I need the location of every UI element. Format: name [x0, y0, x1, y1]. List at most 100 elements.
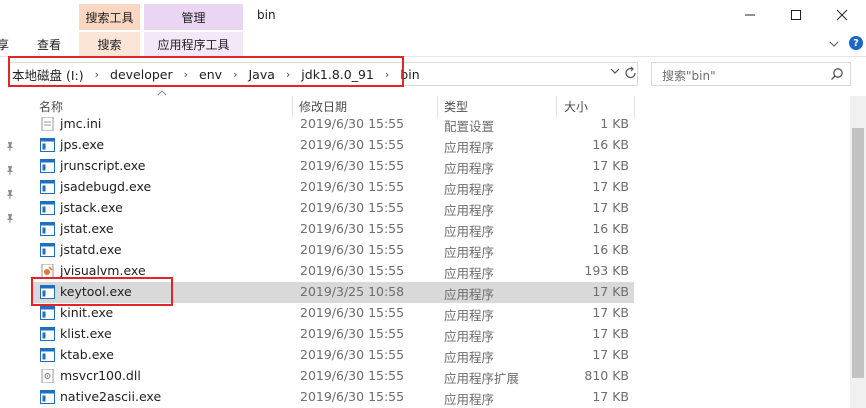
file-name: ktab.exe	[60, 347, 114, 362]
file-date: 2019/6/30 15:55	[300, 305, 405, 320]
exe-file-icon	[40, 222, 55, 236]
file-type: 应用程序	[444, 161, 495, 176]
file-name: jsadebugd.exe	[60, 179, 152, 194]
tab-search[interactable]: 搜索	[79, 32, 140, 56]
window-title: bin	[257, 8, 276, 22]
file-size: 16 KB	[592, 137, 629, 152]
file-row[interactable]: jstatd.exe 2019/6/30 15:55 应用程序 16 KB	[31, 240, 634, 261]
file-size: 17 KB	[592, 200, 629, 215]
file-row[interactable]: jsadebugd.exe 2019/6/30 15:55 应用程序 17 KB	[31, 177, 634, 198]
file-row[interactable]: kinit.exe 2019/6/30 15:55 应用程序 17 KB	[31, 303, 634, 324]
file-size: 810 KB	[584, 368, 629, 383]
sort-ascending-icon	[157, 88, 167, 99]
file-date: 2019/6/30 15:55	[300, 326, 405, 341]
file-type: 应用程序	[444, 203, 495, 218]
file-type: 应用程序	[444, 182, 495, 197]
file-row[interactable]: klist.exe 2019/6/30 15:55 应用程序 17 KB	[31, 324, 634, 345]
file-name: jrunscript.exe	[60, 158, 146, 173]
tab-search-label: 搜索	[97, 37, 122, 52]
minimize-icon	[745, 14, 755, 16]
file-name: msvcr100.dll	[60, 368, 141, 383]
close-button[interactable]	[819, 2, 865, 28]
file-type: 应用程序	[444, 224, 495, 239]
maximize-icon	[791, 10, 801, 20]
file-size: 17 KB	[592, 179, 629, 194]
close-icon	[836, 9, 848, 21]
file-size: 17 KB	[592, 284, 629, 299]
expand-ribbon-button[interactable]	[828, 38, 840, 50]
tab-view[interactable]: 查看	[30, 32, 68, 56]
column-header-name[interactable]: 名称	[39, 98, 63, 115]
manage-label: 管理	[181, 10, 206, 25]
scrollbar-thumb[interactable]	[852, 128, 864, 378]
exe-file-icon	[40, 180, 55, 194]
file-row[interactable]: jps.exe 2019/6/30 15:55 应用程序 16 KB	[31, 135, 634, 156]
file-row[interactable]: msvcr100.dll 2019/6/30 15:55 应用程序扩展 810 …	[31, 366, 634, 387]
tab-share[interactable]: 享	[0, 32, 12, 56]
file-type: 应用程序	[444, 245, 495, 260]
dll-file-icon	[41, 369, 54, 383]
file-row[interactable]: ktab.exe 2019/6/30 15:55 应用程序 17 KB	[31, 345, 634, 366]
address-history-button[interactable]	[610, 66, 620, 79]
file-size: 16 KB	[592, 221, 629, 236]
file-name: jmc.ini	[60, 116, 102, 131]
exe-file-icon	[40, 327, 55, 341]
pin-icon	[4, 140, 16, 152]
file-row[interactable]: jmc.ini 2019/6/30 15:55 配置设置 1 KB	[31, 114, 634, 135]
search-icon	[831, 68, 843, 80]
file-date: 2019/6/30 15:55	[300, 200, 405, 215]
chevron-down-icon	[829, 41, 839, 47]
exe-file-icon	[40, 390, 55, 404]
address-highlight-box	[8, 56, 404, 87]
search-input[interactable]: 搜索"bin"	[651, 62, 851, 86]
exe-file-icon	[40, 306, 55, 320]
pin-icon	[4, 212, 16, 224]
column-header-date[interactable]: 修改日期	[299, 98, 347, 115]
file-type: 应用程序	[444, 287, 495, 302]
exe-file-icon	[40, 159, 55, 173]
file-date: 2019/6/30 15:55	[300, 116, 405, 131]
file-date: 2019/6/30 15:55	[300, 221, 405, 236]
file-row[interactable]: jstack.exe 2019/6/30 15:55 应用程序 17 KB	[31, 198, 634, 219]
file-size: 1 KB	[600, 116, 629, 131]
file-row[interactable]: jstat.exe 2019/6/30 15:55 应用程序 16 KB	[31, 219, 634, 240]
column-header-size[interactable]: 大小	[564, 98, 588, 115]
file-size: 17 KB	[592, 347, 629, 362]
file-date: 2019/6/30 15:55	[300, 263, 405, 278]
column-divider[interactable]	[634, 96, 635, 118]
exe-file-icon	[40, 348, 55, 362]
help-icon[interactable]: ?	[849, 36, 863, 50]
pin-icon	[4, 188, 16, 200]
file-type: 应用程序	[444, 392, 495, 407]
exe-file-icon	[40, 201, 55, 215]
search-tools-context-tab[interactable]: 搜索工具	[79, 4, 140, 30]
file-size: 17 KB	[592, 389, 629, 404]
file-type: 应用程序	[444, 266, 495, 281]
file-type: 应用程序	[444, 329, 495, 344]
column-header-type[interactable]: 类型	[444, 98, 468, 115]
file-row[interactable]: jrunscript.exe 2019/6/30 15:55 应用程序 17 K…	[31, 156, 634, 177]
file-date: 2019/6/30 15:55	[300, 179, 405, 194]
refresh-icon	[625, 66, 636, 79]
pin-icon	[4, 164, 16, 176]
file-type: 应用程序	[444, 350, 495, 365]
jvisualvm-icon	[41, 264, 54, 278]
maximize-button[interactable]	[773, 2, 819, 28]
file-date: 2019/6/30 15:55	[300, 347, 405, 362]
file-size: 16 KB	[592, 242, 629, 257]
manage-context-tab[interactable]: 管理	[144, 4, 243, 30]
refresh-button[interactable]	[624, 65, 638, 85]
file-date: 2019/6/30 15:55	[300, 158, 405, 173]
file-row[interactable]: native2ascii.exe 2019/6/30 15:55 应用程序 17…	[31, 387, 634, 408]
file-name: jps.exe	[60, 137, 105, 152]
file-size: 17 KB	[592, 326, 629, 341]
minimize-button[interactable]	[727, 2, 773, 28]
file-size: 17 KB	[592, 158, 629, 173]
file-date: 2019/6/30 15:55	[300, 389, 405, 404]
file-name: kinit.exe	[60, 305, 114, 320]
tab-app-tools[interactable]: 应用程序工具	[144, 32, 243, 56]
file-type: 应用程序	[444, 308, 495, 323]
keytool-highlight-box	[31, 277, 173, 306]
search-placeholder: 搜索"bin"	[662, 69, 716, 83]
file-size: 17 KB	[592, 305, 629, 320]
